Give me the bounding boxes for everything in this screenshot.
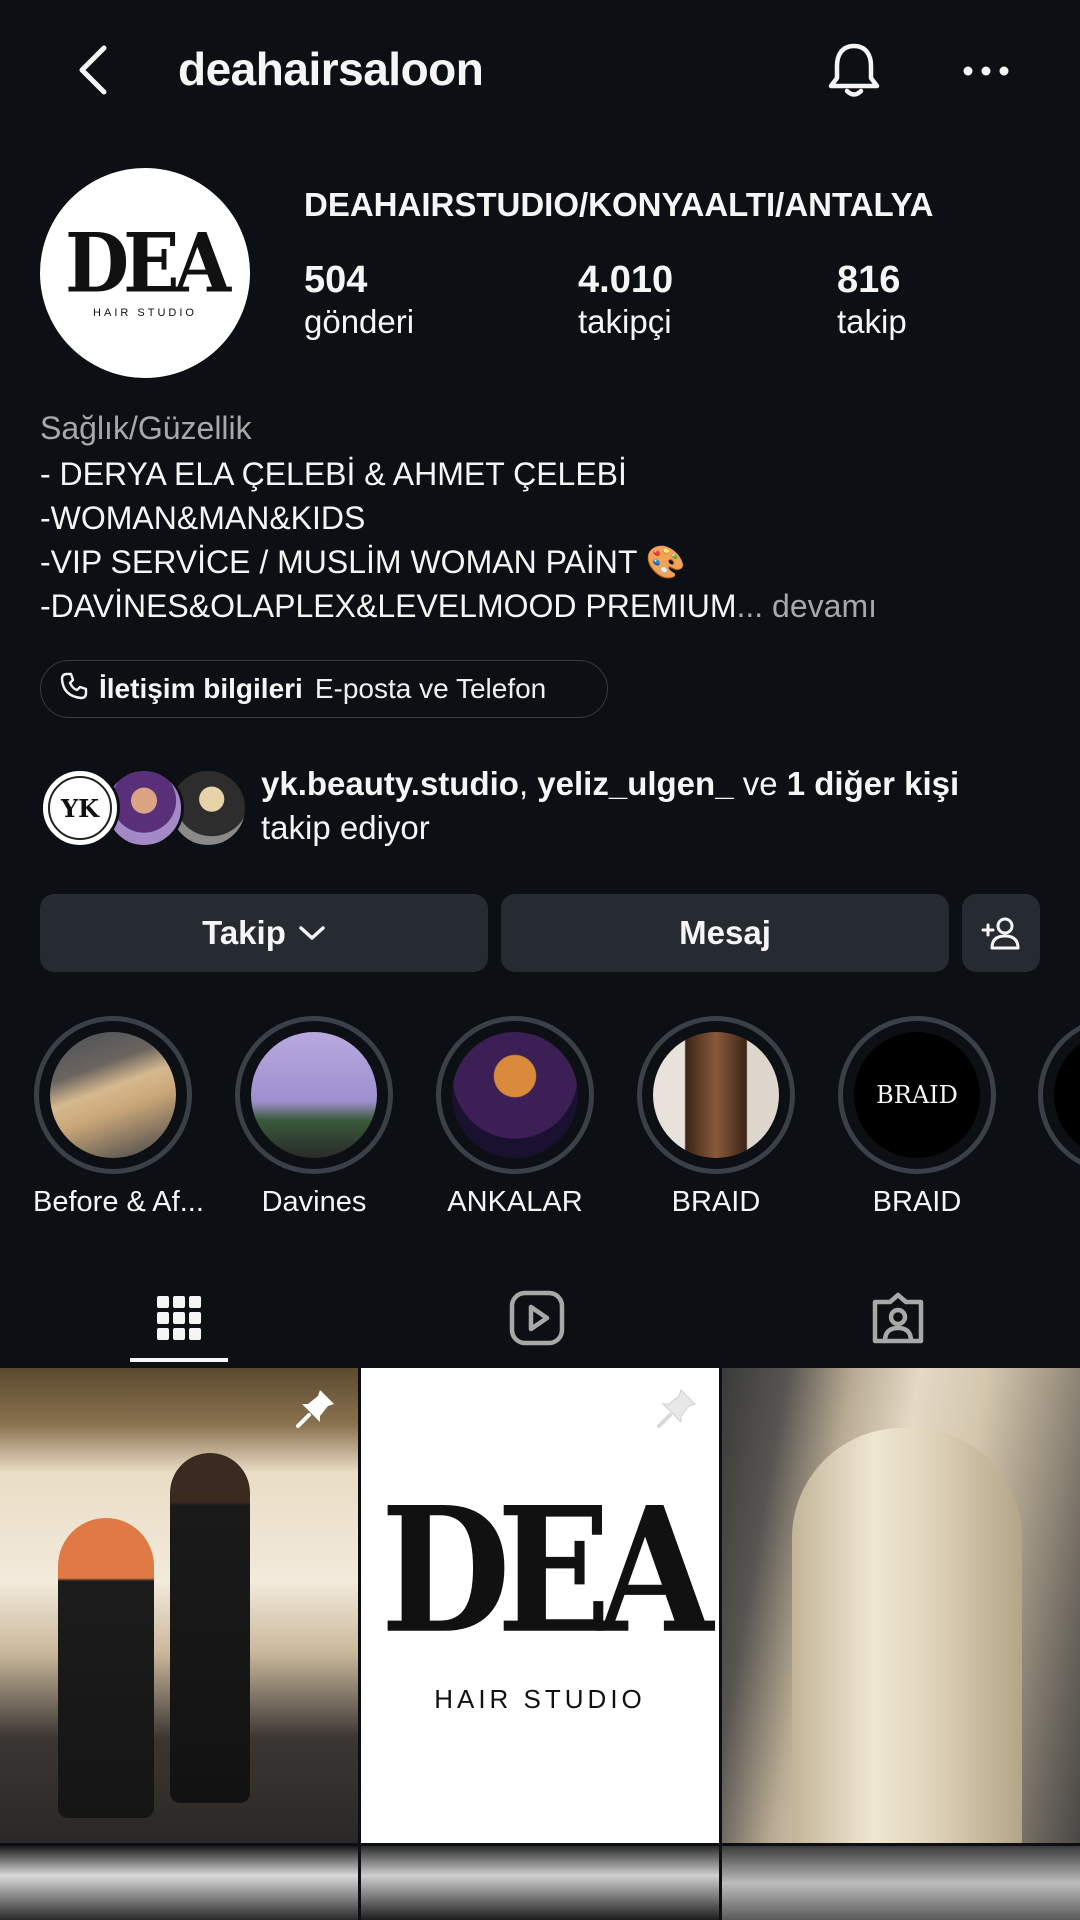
highlight-thumbnail [452, 1032, 578, 1158]
mutual-others: 1 diğer kişi [786, 765, 960, 802]
highlight-label: Davines [261, 1186, 367, 1218]
highlight-ring [436, 1016, 594, 1174]
following-button-label: Takip [202, 914, 286, 951]
bio-line-1: - DERYA ELA ÇELEBİ & AHMET ÇELEBİ [40, 456, 627, 492]
top-bar: deahairsaloon [0, 0, 1080, 145]
stat-following[interactable]: 816 takip [837, 258, 907, 342]
reels-play-icon [509, 1290, 565, 1346]
highlight-braid-2[interactable]: BRAID BRAID [837, 1016, 997, 1219]
highlight-davines[interactable]: Davines [234, 1016, 394, 1219]
highlight-ring [235, 1016, 393, 1174]
tagged-person-icon [870, 1290, 926, 1346]
bio-line-4-text: -DAVİNES&OLAPLEX&LEVELMOOD PREMIUM [40, 588, 737, 624]
following-button[interactable]: Takip [40, 894, 488, 972]
highlight-ring [34, 1016, 192, 1174]
mutual-suffix: takip ediyor [261, 809, 430, 846]
contact-info-label: İletişim bilgileri [99, 673, 303, 704]
person-figure [58, 1518, 154, 1818]
message-button-label: Mesaj [679, 914, 771, 951]
contact-info-detail: E-posta ve Telefon [314, 673, 547, 704]
stat-following-label: takip [837, 303, 907, 340]
stat-following-count: 816 [837, 259, 901, 301]
profile-category: Sağlık/Güzellik [40, 410, 252, 446]
highlight-label: ANKALAR [447, 1186, 583, 1218]
bio-more-link[interactable]: ... devamı [736, 588, 877, 624]
pin-icon [294, 1386, 338, 1435]
highlight-partial[interactable] [1038, 1016, 1080, 1174]
bio-line-4: -DAVİNES&OLAPLEX&LEVELMOOD PREMIUM... de… [40, 584, 877, 628]
add-person-icon [980, 915, 1022, 951]
highlight-ankalar[interactable]: ANKALAR [435, 1016, 595, 1219]
highlight-label: BRAID [872, 1186, 962, 1218]
grid-post-4[interactable] [0, 1846, 358, 1920]
highlight-before-after[interactable]: Before & Af... [33, 1016, 204, 1219]
highlight-thumbnail [653, 1032, 779, 1158]
tab-posts-grid[interactable] [129, 1270, 229, 1366]
phone-icon [59, 671, 89, 708]
message-button[interactable]: Mesaj [501, 894, 949, 972]
chevron-down-icon [298, 924, 326, 942]
add-person-button[interactable] [962, 894, 1040, 972]
grid-logo-subtext: HAIR STUDIO [434, 1684, 646, 1714]
stat-posts[interactable]: 504 gönderi [304, 258, 414, 342]
stat-followers-label: takipçi [578, 303, 672, 340]
profile-avatar[interactable]: DEA HAIR STUDIO [40, 168, 250, 378]
grid-post-2[interactable]: DEA HAIR STUDIO [361, 1368, 719, 1843]
avatar-logo-text: DEA [65, 216, 231, 312]
grid-post-1[interactable] [0, 1368, 358, 1843]
highlight-thumbnail [50, 1032, 176, 1158]
mutual-separator: , [518, 765, 529, 802]
contact-info-button[interactable]: İletişim bilgileri E-posta ve Telefon [40, 660, 608, 718]
tab-tagged[interactable] [848, 1270, 948, 1366]
highlight-thumbnail [251, 1032, 377, 1158]
stat-posts-count: 504 [304, 259, 368, 301]
grid-post-6[interactable] [722, 1846, 1080, 1920]
display-name: DEAHAIRSTUDIO/KONYAALTI/ANTALYA [304, 186, 934, 223]
highlight-label: Before & Af... [33, 1186, 204, 1218]
person-figure [170, 1453, 250, 1803]
profile-username: deahairsaloon [178, 43, 484, 95]
stat-followers[interactable]: 4.010 takipçi [578, 258, 673, 342]
mutual-followers-avatars[interactable]: YK [40, 768, 250, 848]
more-options-icon[interactable] [958, 56, 1014, 86]
grid-post-5[interactable] [361, 1846, 719, 1920]
bio-line-2: -WOMAN&MAN&KIDS [40, 500, 366, 536]
mutual-and: ve [742, 765, 778, 802]
stat-followers-count: 4.010 [578, 259, 674, 301]
bell-icon[interactable] [824, 40, 884, 102]
grid-icon [156, 1295, 202, 1341]
highlight-label: BRAID [671, 1186, 761, 1218]
hair-shape [792, 1428, 1022, 1843]
mutual-user-2: yeliz_ulgen_ [537, 765, 734, 802]
bio-line-3: -VIP SERVİCE / MUSLİM WOMAN PAİNT 🎨 [40, 544, 686, 580]
highlight-ring [1038, 1016, 1080, 1174]
active-tab-indicator [130, 1358, 228, 1362]
mutual-avatar-1-text: YK [48, 776, 112, 840]
mutual-avatar-1: YK [40, 768, 120, 848]
pin-icon [655, 1386, 699, 1435]
grid-logo-text: DEA [380, 1469, 714, 1673]
highlight-ring [637, 1016, 795, 1174]
highlight-ring: BRAID [838, 1016, 996, 1174]
highlight-thumbnail [1054, 1032, 1080, 1158]
stat-posts-label: gönderi [304, 303, 415, 340]
highlight-braid-1[interactable]: BRAID [636, 1016, 796, 1219]
tab-reels[interactable] [487, 1270, 587, 1366]
mutual-user-1: yk.beauty.studio [261, 765, 519, 802]
profile-tabs [0, 1270, 1080, 1366]
highlight-thumbnail-text: BRAID [854, 1032, 980, 1158]
back-arrow-icon[interactable] [70, 40, 120, 100]
mutual-followers-text[interactable]: yk.beauty.studio, yeliz_ulgen_ ve 1 diğe… [261, 762, 1051, 850]
grid-post-3[interactable] [722, 1368, 1080, 1843]
